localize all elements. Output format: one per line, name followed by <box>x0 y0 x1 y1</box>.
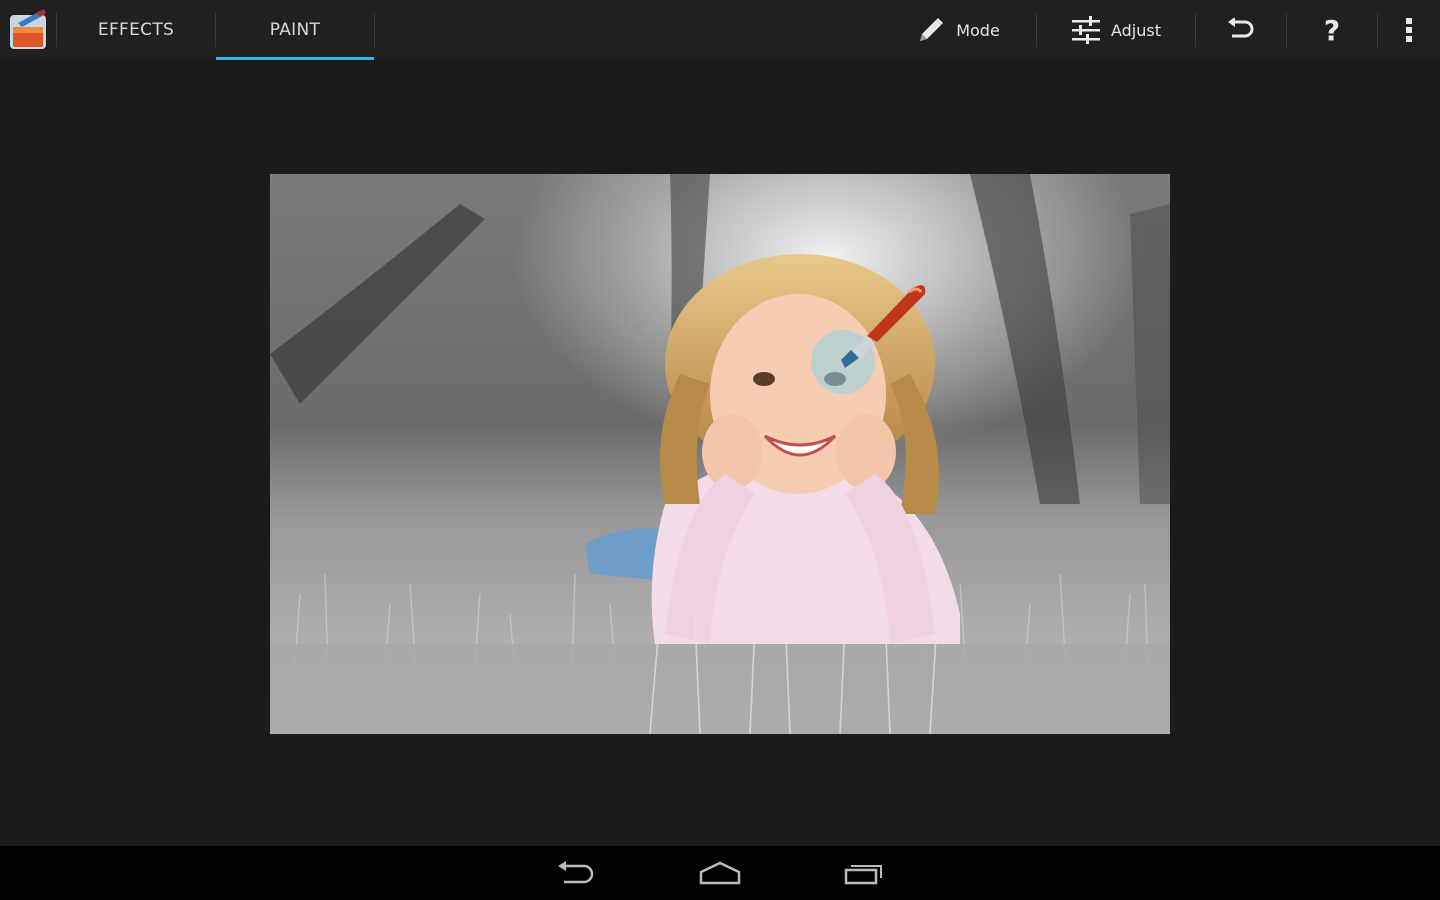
recent-apps-button[interactable] <box>827 846 901 900</box>
paint-bucket-icon <box>8 9 48 51</box>
home-icon <box>699 861 741 885</box>
adjust-button[interactable]: Adjust <box>1037 0 1195 60</box>
tab-paint-label: PAINT <box>269 20 321 40</box>
paint-brush-cursor <box>805 280 935 450</box>
tab-effects[interactable]: EFFECTS <box>57 0 215 60</box>
recent-apps-icon <box>844 861 884 885</box>
paint-brush-cursor-icon <box>805 280 935 450</box>
action-bar: EFFECTS PAINT Mode Adjust ? <box>0 0 1440 60</box>
adjust-label: Adjust <box>1110 20 1161 40</box>
overflow-menu-icon <box>1405 17 1413 43</box>
selective-color-photo <box>270 174 1170 734</box>
mode-label: Mode <box>956 20 1000 40</box>
back-icon <box>556 860 596 886</box>
pencil-icon <box>916 15 946 45</box>
sliders-icon <box>1071 16 1101 44</box>
mode-button[interactable]: Mode <box>880 0 1036 60</box>
system-nav-bar <box>0 846 1440 900</box>
overflow-menu-button[interactable] <box>1378 0 1440 60</box>
editor-workspace <box>0 60 1440 846</box>
home-button[interactable] <box>683 846 757 900</box>
undo-button[interactable] <box>1196 0 1286 60</box>
back-button[interactable] <box>539 846 613 900</box>
help-button[interactable]: ? <box>1287 0 1377 60</box>
app-icon[interactable] <box>0 0 56 60</box>
tab-paint[interactable]: PAINT <box>216 0 374 60</box>
photo-canvas[interactable] <box>270 174 1170 734</box>
help-icon: ? <box>1323 13 1341 47</box>
undo-icon <box>1227 18 1255 42</box>
tab-effects-label: EFFECTS <box>97 20 175 40</box>
